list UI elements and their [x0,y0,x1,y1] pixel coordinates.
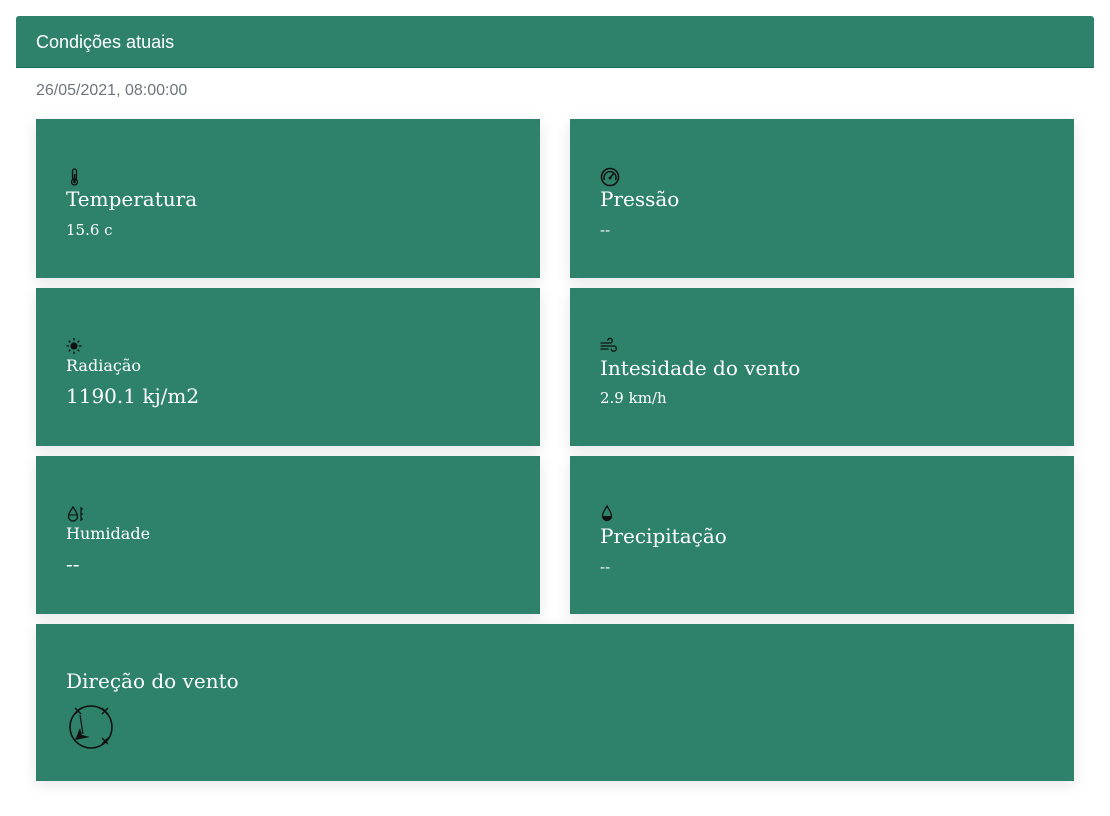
card-value: 1190.1 kj/m2 [66,384,200,408]
card-direcao-vento: Direção do vento [36,624,1074,781]
timestamp: 26/05/2021, 08:00:00 [36,82,188,99]
card-label: Direção do vento [66,669,239,693]
card-temperatura: Temperatura 15.6 c [36,119,540,278]
sun-icon [66,338,82,354]
humidity-icon [67,505,83,522]
gauge-icon [600,167,620,187]
card-value: 15.6 c [66,221,113,239]
card-label: Humidade [66,524,151,543]
card-label: Intesidade do vento [600,356,801,380]
card-humidade: Humidade -- [36,456,540,614]
card-value: -- [600,558,611,576]
card-intensidade-vento: Intesidade do vento 2.9 km/h [570,288,1074,446]
droplet-icon [601,504,613,522]
wind-icon [600,337,617,352]
compass-icon [69,705,113,749]
card-label: Radiação [66,356,141,375]
card-pressao: Pressão -- [570,119,1074,278]
card-value: -- [600,221,611,239]
thermometer-icon [70,168,79,186]
card-precipitacao: Precipitação -- [570,456,1074,614]
card-label: Pressão [600,187,680,211]
card-value: -- [66,552,80,576]
card-radiacao: Radiação 1190.1 kj/m2 [36,288,540,446]
card-label: Precipitação [600,524,727,548]
card-label: Temperatura [66,187,198,211]
panel-title: Condições atuais [36,32,175,52]
panel-header: Condições atuais [16,16,1094,68]
card-value: 2.9 km/h [600,389,667,407]
